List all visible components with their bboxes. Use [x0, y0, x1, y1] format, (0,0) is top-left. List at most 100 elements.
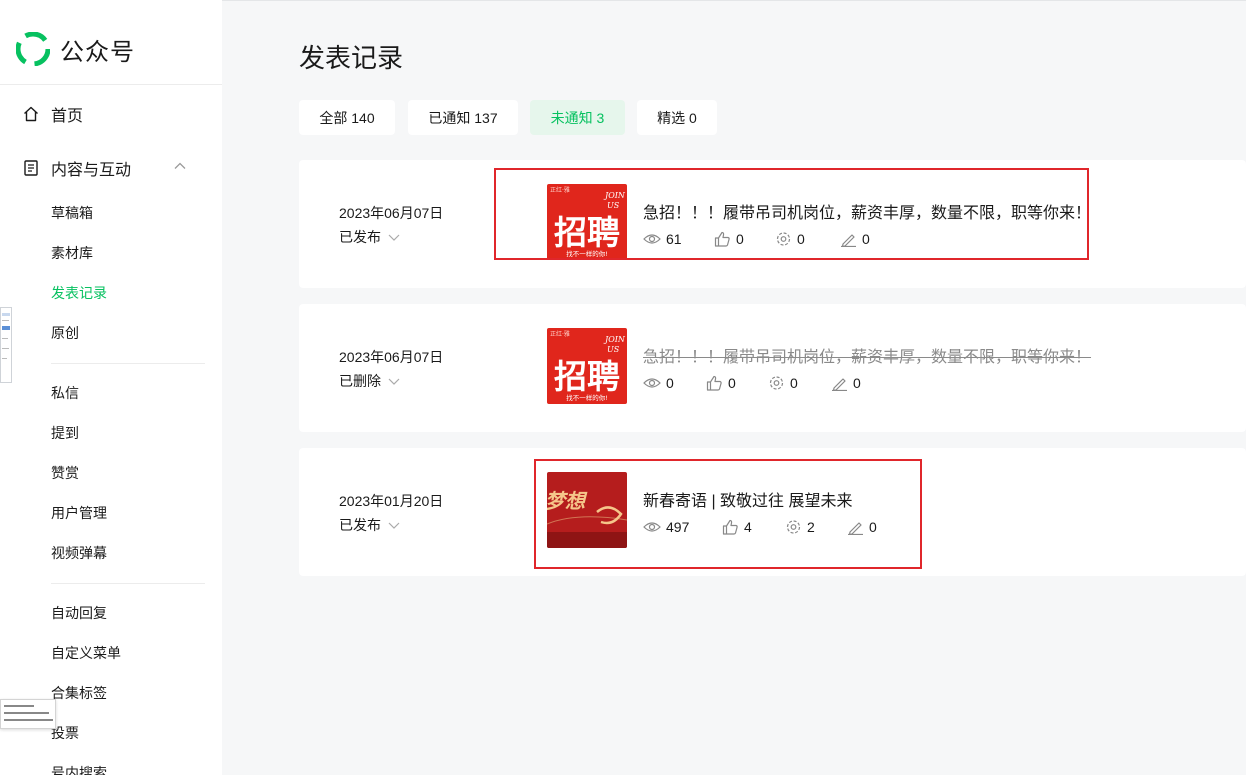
sidebar-item-collections[interactable]: 合集标签: [51, 683, 107, 703]
overlay-tooltip-fragment: [0, 699, 56, 729]
thumb-tag1: JOIN: [603, 335, 626, 344]
thumbs-up-icon: [722, 519, 738, 535]
sidebar-item-video-danmaku[interactable]: 视频弹幕: [51, 543, 107, 563]
brand[interactable]: 公众号: [16, 32, 135, 66]
thumb-big-text: 招聘: [554, 213, 620, 252]
page-title: 发表记录: [299, 43, 404, 73]
pen-icon: [832, 378, 847, 391]
comments-count: 0: [862, 231, 870, 247]
status-dropdown[interactable]: 已发布: [339, 515, 401, 535]
thumbs-up-icon: [706, 375, 722, 391]
tab-notified[interactable]: 已通知 137: [408, 100, 518, 135]
pen-icon: [841, 234, 856, 247]
sidebar-item-auto-reply[interactable]: 自动回复: [51, 603, 107, 623]
article-card: 2023年01月20日 已发布 梦想 新春寄语 | 致敬过往 展望未来 497 …: [299, 448, 1246, 576]
comments-count: 0: [853, 375, 861, 391]
article-thumbnail[interactable]: 梦想: [547, 472, 627, 548]
shares-count: 0: [797, 231, 805, 247]
comments-count: 0: [869, 519, 877, 535]
thumb-tag2: US: [607, 345, 620, 354]
eye-icon: [643, 378, 661, 388]
thumbs-up-icon: [714, 231, 730, 247]
thumb-sub-text: 找不一样的你!: [566, 249, 608, 258]
thumb-corner-text: 正红·雅: [550, 330, 570, 338]
thumb-sub-text: 找不一样的你!: [566, 393, 608, 402]
divider: [51, 583, 205, 584]
divider: [0, 84, 222, 85]
shares-count: 0: [790, 375, 798, 391]
chevron-down-icon: [388, 522, 400, 529]
article-title[interactable]: 新春寄语 | 致敬过往 展望未来: [643, 487, 853, 511]
likes-stat: 0: [706, 375, 736, 391]
views-stat: 0: [643, 375, 674, 391]
sidebar-item-messages[interactable]: 私信: [51, 383, 79, 403]
eye-icon: [643, 234, 661, 244]
document-icon: [24, 160, 38, 176]
sidebar-item-home[interactable]: 首页: [22, 102, 83, 126]
status-label: 已发布: [339, 229, 381, 245]
article-title[interactable]: 急招！！！履带吊司机岗位，薪资丰厚，数量不限，职等你来！: [643, 199, 1091, 223]
sidebar-item-users[interactable]: 用户管理: [51, 503, 107, 523]
sidebar-item-label: 首页: [51, 108, 84, 125]
sidebar-item-original[interactable]: 原创: [51, 323, 79, 343]
thumb-corner-text: 正红·雅: [550, 186, 570, 194]
sidebar-item-content[interactable]: 内容与互动: [22, 156, 131, 180]
comments-stat: 0: [847, 519, 877, 535]
status-label: 已删除: [339, 373, 381, 389]
views-count: 0: [666, 375, 674, 391]
flower-icon: [769, 376, 784, 390]
views-stat: 61: [643, 231, 682, 247]
status-dropdown[interactable]: 已发布: [339, 227, 401, 247]
likes-count: 4: [744, 519, 752, 535]
likes-count: 0: [728, 375, 736, 391]
article-thumbnail[interactable]: 正红·雅 JOIN US 招聘 找不一样的你!: [547, 184, 627, 260]
tab-all[interactable]: 全部 140: [299, 100, 395, 135]
flower-icon: [776, 232, 791, 246]
sidebar-item-search[interactable]: 号内搜索: [51, 763, 107, 775]
comments-stat: 0: [831, 375, 861, 391]
shares-stat: 0: [775, 231, 805, 247]
article-card: 2023年06月07日 已发布 正红·雅 JOIN US 招聘 找不一样的你! …: [299, 160, 1246, 288]
shares-stat: 0: [768, 375, 798, 391]
eye-icon: [643, 522, 661, 532]
brand-name: 公众号: [60, 38, 135, 66]
tab-not-notified[interactable]: 未通知 3: [530, 100, 625, 135]
thumb-big-text: 梦想: [547, 489, 588, 513]
thumb-tag2: US: [607, 201, 620, 210]
chevron-up-icon[interactable]: [172, 158, 188, 174]
chevron-down-icon: [388, 378, 400, 385]
thumb-big-text: 招聘: [554, 357, 620, 396]
window-thumbnail-icon: [2, 313, 10, 359]
sidebar-item-materials[interactable]: 素材库: [51, 243, 93, 263]
sidebar-item-label: 内容与互动: [51, 162, 132, 179]
sidebar-item-rewards[interactable]: 赞赏: [51, 463, 79, 483]
views-count: 497: [666, 519, 690, 535]
status-label: 已发布: [339, 517, 381, 533]
article-thumbnail[interactable]: 正红·雅 JOIN US 招聘 找不一样的你!: [547, 328, 627, 404]
shares-count: 2: [807, 519, 815, 535]
flower-icon: [786, 520, 801, 534]
status-dropdown[interactable]: 已删除: [339, 371, 401, 391]
tab-featured[interactable]: 精选 0: [637, 100, 717, 135]
likes-stat: 0: [714, 231, 744, 247]
publish-date: 2023年01月20日: [339, 493, 444, 509]
sidebar-item-mentions[interactable]: 提到: [51, 423, 79, 443]
publish-date: 2023年06月07日: [339, 349, 444, 365]
likes-stat: 4: [722, 519, 752, 535]
pen-icon: [848, 522, 863, 535]
shares-stat: 2: [785, 519, 815, 535]
article-card: 2023年06月07日 已删除 正红·雅 JOIN US 招聘 找不一样的你! …: [299, 304, 1246, 432]
article-title[interactable]: 急招！！！履带吊司机岗位，薪资丰厚，数量不限，职等你来！: [643, 343, 1091, 367]
overlay-window-fragment: [0, 307, 12, 383]
publish-date: 2023年06月07日: [339, 205, 444, 221]
views-count: 61: [666, 231, 682, 247]
sidebar-item-custom-menu[interactable]: 自定义菜单: [51, 643, 121, 663]
sidebar-item-publish-records[interactable]: 发表记录: [51, 283, 107, 303]
thumb-tag1: JOIN: [603, 191, 626, 200]
likes-count: 0: [736, 231, 744, 247]
wechat-official-logo-icon: [16, 32, 50, 66]
views-stat: 497: [643, 519, 689, 535]
sidebar: 公众号 首页 内容与互动 草稿箱 素材库 发表记录 原创 私信 提到 赞赏 用户…: [0, 0, 222, 775]
sidebar-item-drafts[interactable]: 草稿箱: [51, 203, 93, 223]
chevron-down-icon: [388, 234, 400, 241]
